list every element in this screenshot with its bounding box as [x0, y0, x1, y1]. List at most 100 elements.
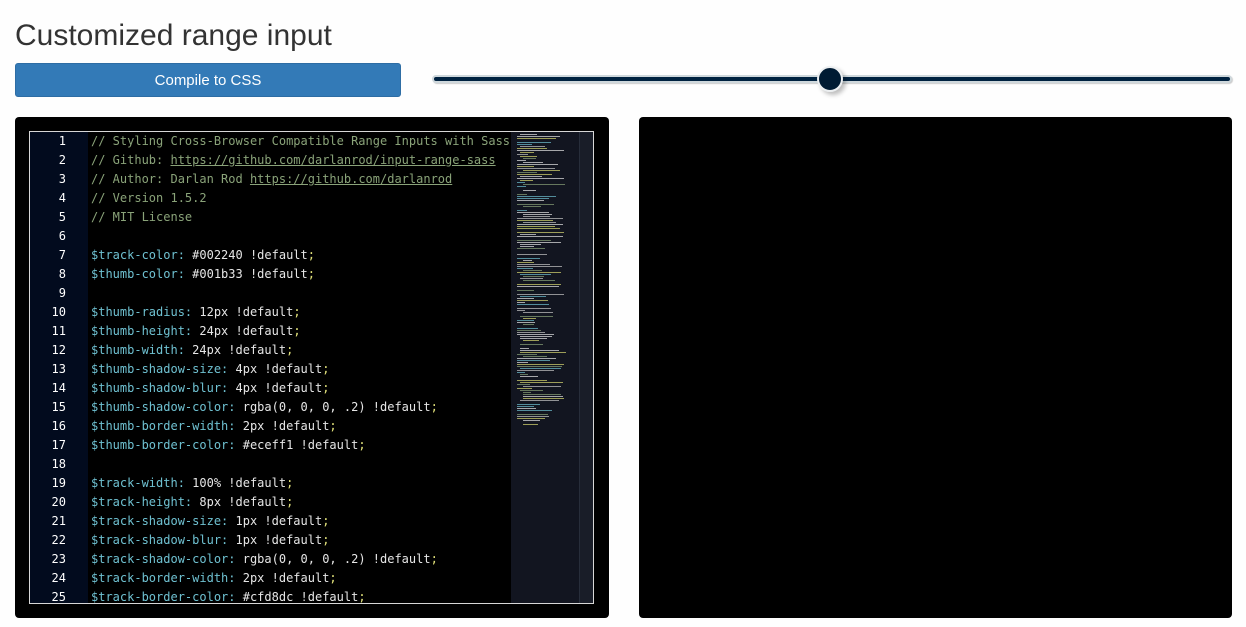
- minimap-line: [517, 218, 563, 219]
- line-content: $thumb-border-color: #eceff1 !default;: [91, 436, 366, 455]
- code-line[interactable]: 16 $thumb-border-width: 2px !default;: [30, 417, 511, 436]
- minimap-line: [520, 350, 559, 351]
- line-content: $thumb-shadow-size: 4px !default;: [91, 360, 329, 379]
- code-editor[interactable]: 1 // Styling Cross-Browser Compatible Ran…: [29, 131, 594, 604]
- minimap-line: [523, 260, 532, 261]
- code-line[interactable]: 20 $track-height: 8px !default;: [30, 493, 511, 512]
- slider-thumb[interactable]: [817, 66, 843, 92]
- minimap-line: [517, 302, 525, 303]
- line-number: 23: [51, 552, 66, 566]
- minimap-line: [523, 170, 560, 171]
- line-content: $track-shadow-size: 1px !default;: [91, 512, 329, 531]
- minimap-line: [520, 296, 546, 297]
- code-editor-panel: 1 // Styling Cross-Browser Compatible Ran…: [15, 117, 609, 618]
- minimap-line: [517, 228, 560, 229]
- code-token: $thumb-shadow-color:: [91, 400, 236, 414]
- line-content: $track-shadow-blur: 1px !default;: [91, 531, 329, 550]
- line-content: // MIT License: [91, 208, 192, 227]
- line-number: 4: [58, 191, 66, 205]
- code-token: $track-border-color:: [91, 590, 236, 604]
- line-number: 13: [51, 362, 66, 376]
- line-number: 1: [58, 134, 66, 148]
- css-output-panel: [639, 117, 1232, 618]
- line-content: $thumb-color: #001b33 !default;: [91, 265, 315, 284]
- minimap-line: [523, 340, 539, 341]
- minimap-line: [520, 400, 559, 401]
- minimap-line: [517, 294, 564, 295]
- code-token: ;: [430, 400, 438, 414]
- range-slider[interactable]: [432, 66, 1232, 92]
- code-line[interactable]: 2 // Github: https://github.com/darlanrod…: [30, 151, 511, 170]
- code-line[interactable]: 19 $track-width: 100% !default;: [30, 474, 511, 493]
- minimap-line: [520, 376, 538, 377]
- line-content: $thumb-radius: 12px !default;: [91, 303, 301, 322]
- line-content: $track-border-width: 2px !default;: [91, 569, 337, 588]
- minimap-line: [517, 300, 548, 301]
- code-line[interactable]: 1 // Styling Cross-Browser Compatible Ran…: [30, 132, 511, 151]
- code-token: rgba(0, 0, 0, .2) !default: [235, 400, 431, 414]
- code-lines[interactable]: 1 // Styling Cross-Browser Compatible Ran…: [30, 132, 511, 604]
- minimap-line: [523, 184, 565, 185]
- code-line[interactable]: 11 $thumb-height: 24px !default;: [30, 322, 511, 341]
- minimap-line: [517, 298, 534, 299]
- minimap-line: [517, 200, 544, 201]
- code-token: $thumb-radius:: [91, 305, 193, 319]
- code-token: $track-width:: [91, 476, 185, 490]
- minimap-line: [523, 276, 544, 277]
- code-token: $track-shadow-size:: [91, 514, 229, 528]
- minimap-line: [517, 416, 549, 417]
- line-number: 2: [58, 153, 66, 167]
- minimap-line: [520, 146, 545, 147]
- code-link[interactable]: https://github.com/darlanrod: [250, 172, 452, 186]
- code-line[interactable]: 6: [30, 227, 511, 246]
- minimap-line: [520, 156, 537, 157]
- minimap-line: [517, 164, 558, 165]
- minimap-line: [523, 420, 540, 421]
- compile-button[interactable]: Compile to CSS: [15, 63, 401, 97]
- code-line[interactable]: 9: [30, 284, 511, 303]
- code-line[interactable]: 4 // Version 1.5.2: [30, 189, 511, 208]
- line-number: 24: [51, 571, 66, 585]
- minimap-line: [517, 404, 540, 405]
- code-line[interactable]: 5 // MIT License: [30, 208, 511, 227]
- editor-scrollbar[interactable]: [579, 132, 593, 603]
- code-line[interactable]: 23 $track-shadow-color: rgba(0, 0, 0, .2)…: [30, 550, 511, 569]
- minimap-line: [517, 418, 545, 419]
- code-line[interactable]: 25 $track-border-color: #cfd8dc !default;: [30, 588, 511, 604]
- line-number: 7: [58, 248, 66, 262]
- code-token: $thumb-width:: [91, 343, 185, 357]
- minimap-line: [517, 366, 562, 367]
- minimap-line: [520, 244, 541, 245]
- minimap-line: [517, 138, 556, 139]
- minimap-line: [517, 160, 526, 161]
- minimap-line: [517, 186, 526, 187]
- code-line[interactable]: 12 $thumb-width: 24px !default;: [30, 341, 511, 360]
- minimap-line: [517, 290, 534, 291]
- code-token: ;: [293, 305, 301, 319]
- line-number: 18: [51, 457, 66, 471]
- minimap-line: [517, 254, 547, 255]
- code-token: 24px !default: [184, 343, 287, 357]
- code-line[interactable]: 14 $thumb-shadow-blur: 4px !default;: [30, 379, 511, 398]
- code-link[interactable]: https://github.com/darlanrod/input-range…: [170, 153, 495, 167]
- code-line[interactable]: 8 $thumb-color: #001b33 !default;: [30, 265, 511, 284]
- code-line[interactable]: 10 $thumb-radius: 12px !default;: [30, 303, 511, 322]
- code-token: ;: [430, 552, 438, 566]
- code-line[interactable]: 7 $track-color: #002240 !default;: [30, 246, 511, 265]
- code-line[interactable]: 21 $track-shadow-size: 1px !default;: [30, 512, 511, 531]
- code-line[interactable]: 17 $thumb-border-color: #eceff1 !default;: [30, 436, 511, 455]
- minimap-line: [517, 334, 554, 335]
- code-line[interactable]: 22 $track-shadow-blur: 1px !default;: [30, 531, 511, 550]
- minimap-line: [520, 180, 533, 181]
- minimap-line: [517, 372, 525, 373]
- code-line[interactable]: 3 // Author: Darlan Rod https://github.co…: [30, 170, 511, 189]
- code-line[interactable]: 15 $thumb-shadow-color: rgba(0, 0, 0, .2)…: [30, 398, 511, 417]
- code-minimap[interactable]: [511, 132, 579, 603]
- minimap-line: [523, 222, 556, 223]
- code-token: 4px !default: [228, 381, 323, 395]
- code-line[interactable]: 13 $thumb-shadow-size: 4px !default;: [30, 360, 511, 379]
- minimap-line: [517, 142, 551, 143]
- code-line[interactable]: 24 $track-border-width: 2px !default;: [30, 569, 511, 588]
- code-line[interactable]: 18: [30, 455, 511, 474]
- minimap-line: [517, 236, 563, 237]
